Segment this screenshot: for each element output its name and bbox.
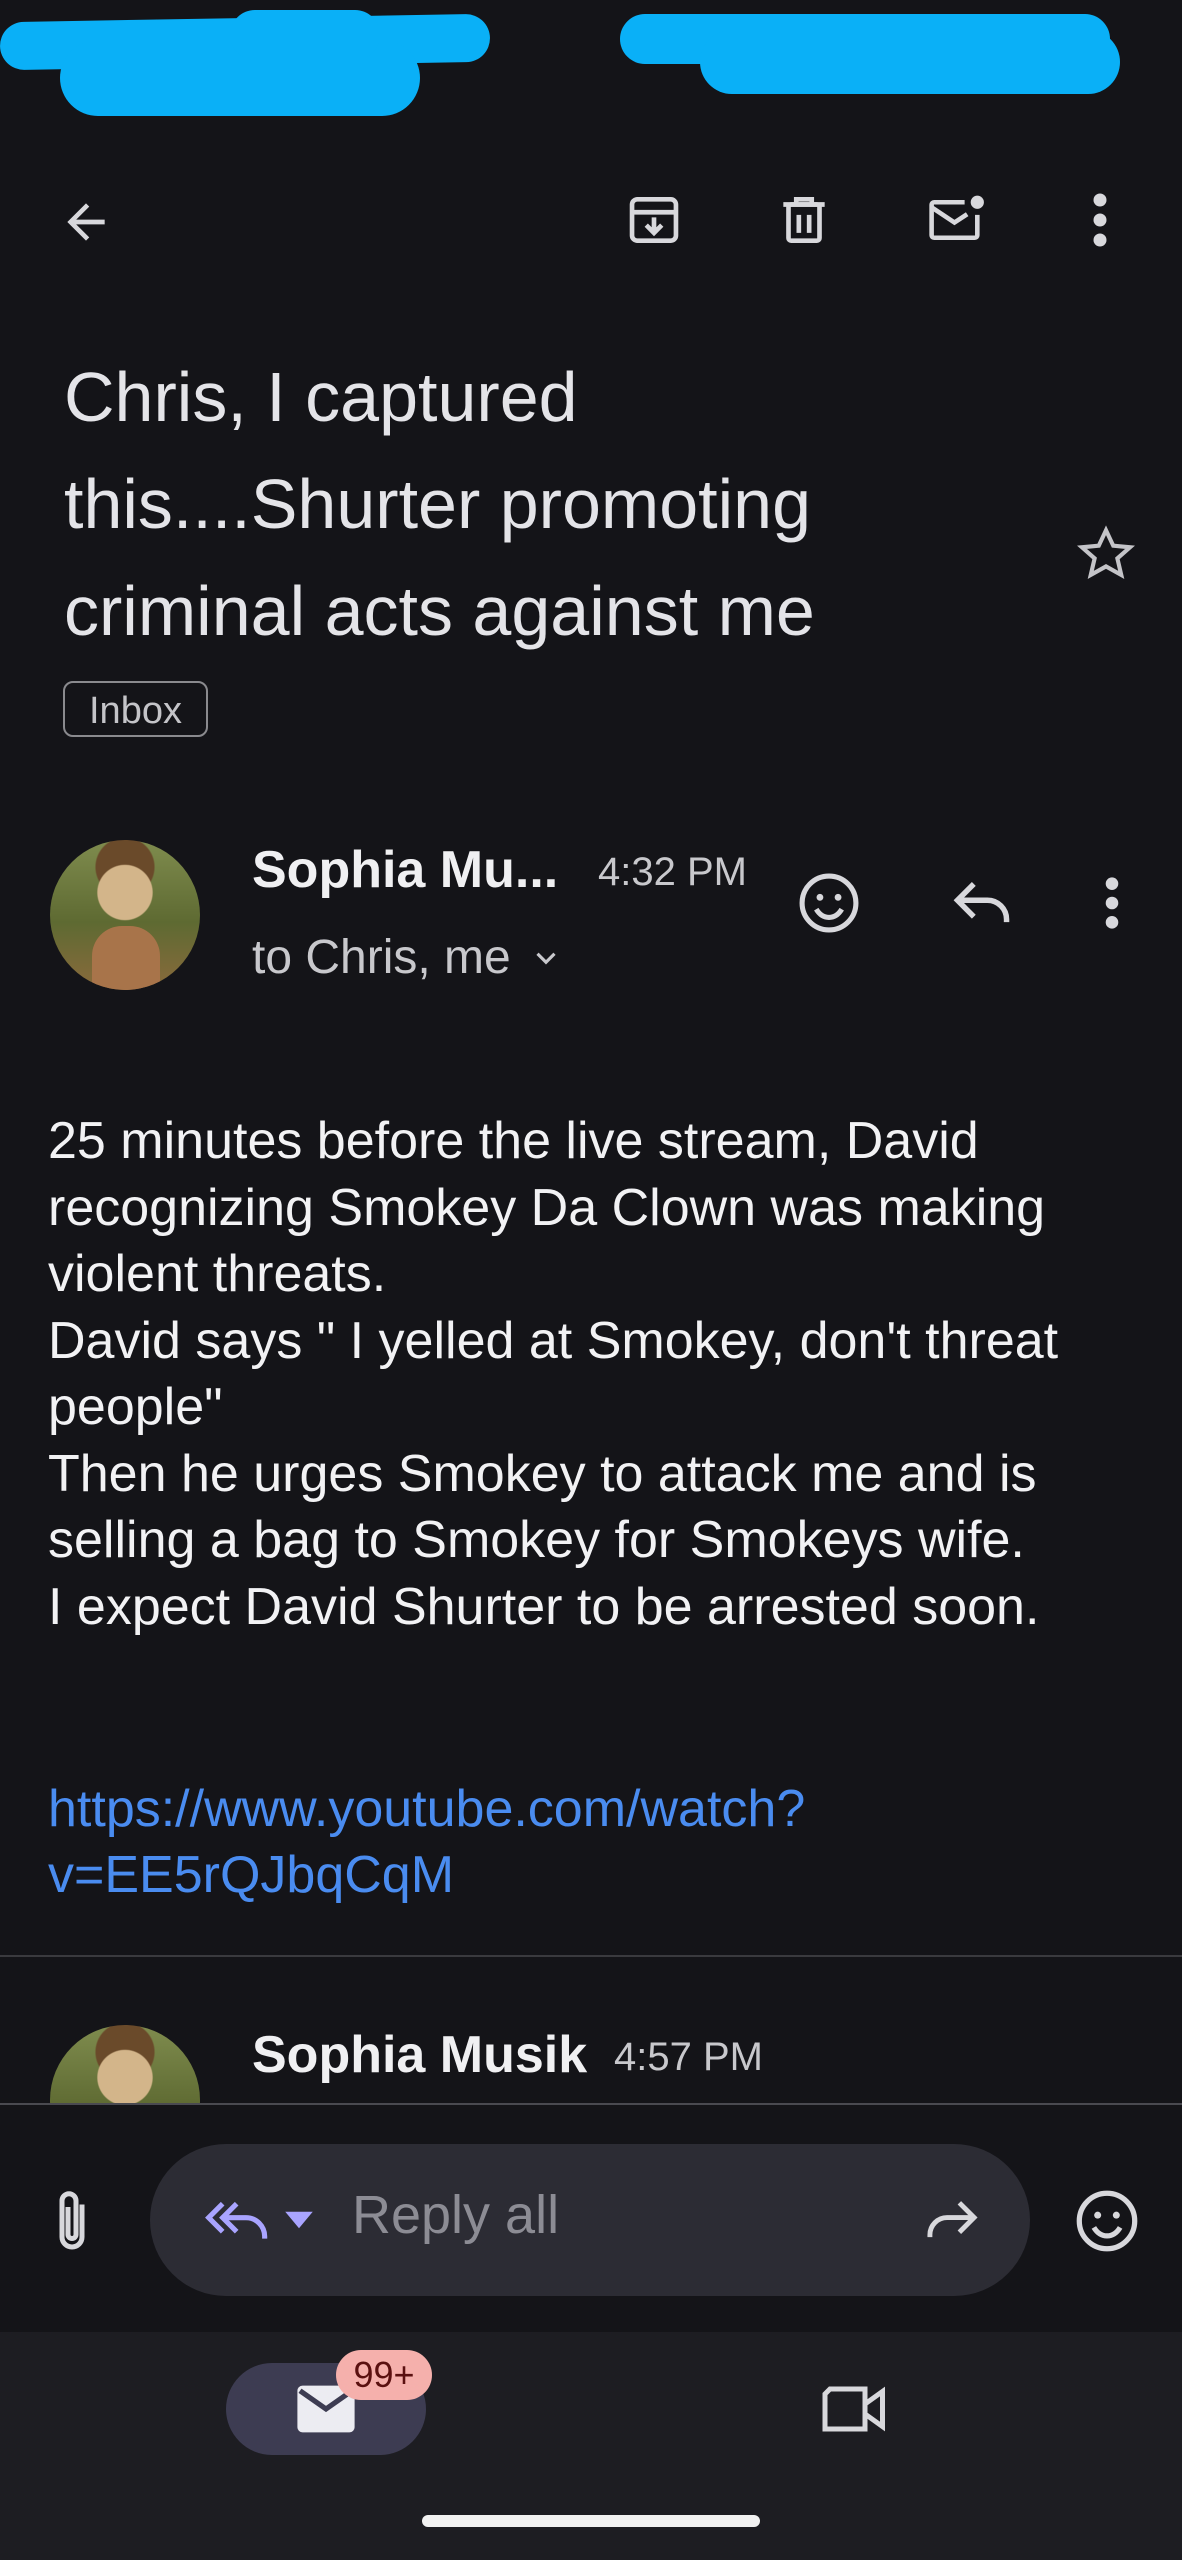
email-subject: Chris, I captured this....Shurter promot… xyxy=(64,358,815,650)
attach-button[interactable] xyxy=(36,2180,108,2264)
add-reaction-button[interactable] xyxy=(784,858,874,948)
sender-name: Sophia Musik xyxy=(252,2026,588,2084)
back-button[interactable] xyxy=(44,180,128,264)
archive-button[interactable] xyxy=(610,176,698,264)
reply-all-placeholder: Reply all xyxy=(352,2185,560,2245)
label-chip-inbox[interactable]: Inbox xyxy=(63,681,208,737)
reply-mode-selector[interactable] xyxy=(190,2190,330,2250)
avatar[interactable] xyxy=(50,840,200,990)
paperclip-icon xyxy=(59,2191,85,2250)
arrow-left-icon xyxy=(67,203,105,241)
recipients-toggle[interactable]: to Chris, me xyxy=(252,930,563,985)
collapsed-message[interactable] xyxy=(0,1957,1182,2103)
delete-button[interactable] xyxy=(760,176,848,264)
message-body: 25 minutes before the live stream, David… xyxy=(48,1112,1059,1636)
message-more-button[interactable] xyxy=(1070,858,1154,948)
trash-icon xyxy=(783,197,825,243)
mark-unread-button[interactable] xyxy=(910,176,1004,264)
emoji-button[interactable] xyxy=(1062,2176,1152,2266)
unread-count-badge: 99+ xyxy=(336,2350,432,2400)
star-button[interactable] xyxy=(1064,512,1148,596)
star-outline-icon xyxy=(1076,525,1136,580)
home-indicator[interactable] xyxy=(422,2515,760,2527)
archive-icon xyxy=(629,197,679,243)
reply-icon xyxy=(953,881,1010,923)
forward-icon xyxy=(927,2201,978,2238)
more-vert-icon xyxy=(1105,877,1119,929)
reply-button[interactable] xyxy=(936,858,1028,948)
more-vert-icon xyxy=(1093,193,1107,247)
reply-all-icon xyxy=(205,2201,268,2239)
more-options-button[interactable] xyxy=(1060,176,1140,264)
mail-unread-icon xyxy=(929,195,984,241)
youtube-link[interactable]: https://www.youtube.com/watch? v=EE5rQJb… xyxy=(48,1776,1048,1908)
emoji-icon xyxy=(799,873,859,933)
video-camera-icon xyxy=(822,2386,885,2432)
forward-button[interactable] xyxy=(910,2180,994,2260)
avatar xyxy=(50,2025,200,2103)
emoji-icon xyxy=(1076,2190,1138,2252)
nav-meet-tab[interactable] xyxy=(800,2366,910,2452)
sender-name[interactable]: Sophia Mu... xyxy=(252,840,558,900)
recipients-text: to Chris, me xyxy=(252,931,511,984)
reply-area-divider xyxy=(0,2103,1182,2105)
message-time: 4:32 PM xyxy=(598,850,747,894)
message-time: 4:57 PM xyxy=(614,2035,763,2079)
chevron-down-icon xyxy=(536,952,556,964)
caret-down-icon xyxy=(285,2211,313,2229)
